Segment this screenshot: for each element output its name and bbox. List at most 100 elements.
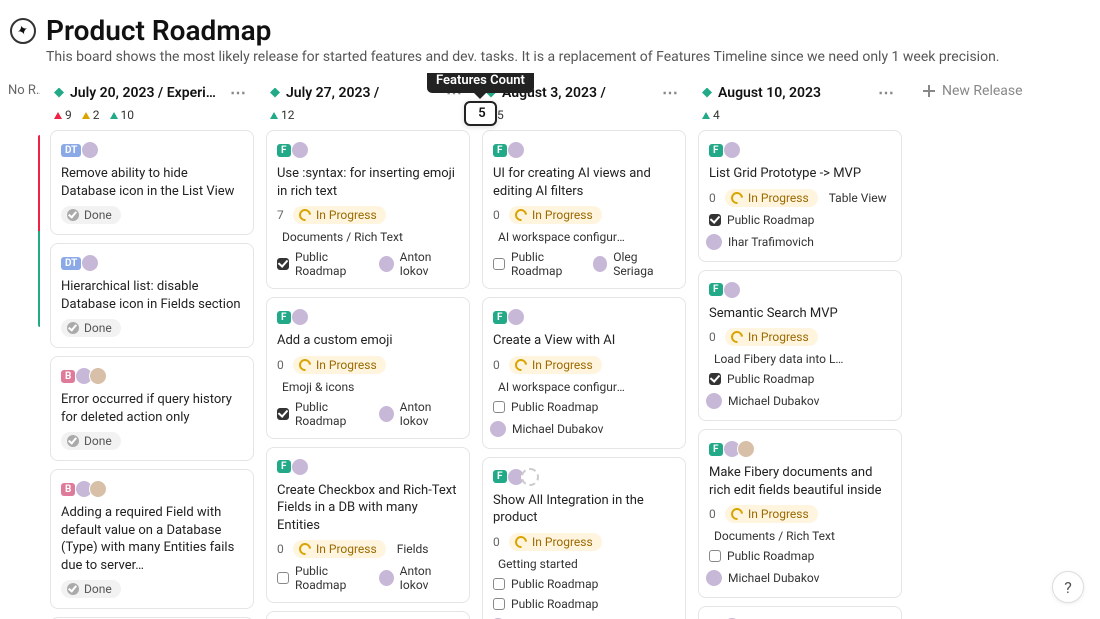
column-menu-button[interactable]: ⋯: [658, 83, 682, 102]
triangle-icon: [270, 112, 278, 119]
vote-count: 0: [709, 191, 719, 205]
vote-count: 0: [493, 358, 503, 372]
type-badge: F: [493, 311, 507, 324]
card[interactable]: F Columns actions 3 Implemented Table Vi…: [266, 611, 470, 619]
card[interactable]: B Adding a required Field with default v…: [50, 469, 254, 609]
release-icon: [702, 88, 712, 98]
card[interactable]: F Semantic Search MVP 0 In Progress Load…: [698, 270, 902, 422]
page-subtitle: This board shows the most likely release…: [46, 49, 1078, 65]
card-title: List Grid Prototype -> MVP: [709, 165, 891, 183]
public-roadmap-label: Public Roadmap: [295, 400, 376, 428]
card[interactable]: DT Remove ability to hide Database icon …: [50, 130, 254, 235]
progress-icon: [729, 329, 746, 346]
public-roadmap-label: Public Roadmap: [511, 597, 598, 611]
card[interactable]: F Create a View with AI 0 In Progress AI…: [482, 297, 686, 449]
progress-icon: [513, 533, 530, 550]
type-badge: DT: [61, 257, 81, 270]
triangle-icon: [54, 112, 62, 119]
checkbox-icon[interactable]: [709, 550, 721, 562]
tag: Fields: [392, 542, 429, 556]
type-badge: F: [493, 144, 507, 157]
column-header[interactable]: August 10, 2023 ⋯: [696, 79, 904, 106]
progress-icon: [513, 207, 530, 224]
card[interactable]: F Make Fibery documents and rich edit fi…: [698, 429, 902, 598]
page-title: Product Roadmap: [46, 14, 1078, 47]
release-icon: [54, 88, 64, 98]
avatar: [291, 141, 309, 159]
column-menu-button[interactable]: ⋯: [226, 83, 250, 102]
progress-icon: [729, 506, 746, 523]
type-badge: DT: [61, 144, 81, 157]
avatar: [737, 440, 755, 458]
type-badge: B: [61, 483, 75, 496]
type-badge: F: [277, 311, 291, 324]
triangle-icon: [82, 112, 90, 119]
card[interactable]: F Create Checkbox and Rich-Text Fields i…: [266, 447, 470, 604]
avatar: [89, 480, 107, 498]
card[interactable]: F List Grid Prototype -> MVP 0 In Progre…: [698, 130, 902, 262]
public-roadmap-label: Public Roadmap: [727, 549, 814, 563]
column-menu-button[interactable]: ⋯: [874, 83, 898, 102]
avatar: [81, 141, 99, 159]
new-release-button[interactable]: New Release: [912, 79, 1033, 103]
card-title: Adding a required Field with default val…: [61, 504, 243, 574]
avatar: [592, 255, 609, 273]
avatar: [291, 458, 309, 476]
vote-count: 0: [493, 535, 503, 549]
checkbox-icon[interactable]: [277, 408, 289, 420]
features-count-tooltip: Features Count 5: [427, 73, 534, 126]
avatar: [507, 308, 525, 326]
type-badge: F: [709, 443, 723, 456]
column-header[interactable]: July 20, 2023 / Experimental… ⋯: [48, 79, 256, 106]
owner: Oleg Seriaga: [596, 250, 675, 278]
status-pill: In Progress: [725, 328, 818, 346]
status-done: Done: [61, 206, 121, 224]
column-title: August 10, 2023: [718, 85, 874, 101]
type-badge: F: [277, 144, 291, 157]
card[interactable]: F Use :syntax: for inserting emoji in ri…: [266, 130, 470, 289]
card-title: Remove ability to hide Database icon in …: [61, 165, 243, 200]
status-done: Done: [61, 319, 121, 337]
card-title: Use :syntax: for inserting emoji in rich…: [277, 165, 459, 200]
card[interactable]: F UI for creating AI views and editing A…: [482, 130, 686, 289]
checkbox-icon[interactable]: [277, 258, 289, 270]
owner: Michael Dubakov: [709, 569, 891, 587]
card[interactable]: F Add a custom emoji 0 In Progress Emoji…: [266, 297, 470, 439]
vote-count: 0: [709, 507, 719, 521]
card-title: Semantic Search MVP: [709, 305, 891, 323]
checkbox-icon[interactable]: [493, 258, 505, 270]
tag: AI workspace configuration: [493, 380, 628, 394]
column-title: July 20, 2023 / Experimental…: [70, 85, 226, 101]
vote-count: 7: [277, 208, 287, 222]
tag: Getting started: [493, 557, 578, 571]
release-icon: [270, 88, 280, 98]
check-icon: [67, 322, 79, 334]
vote-count: 0: [493, 208, 503, 222]
card-title: Show All Integration in the product: [493, 492, 675, 527]
stat-count: 12: [270, 108, 295, 122]
card-title: Create a View with AI: [493, 332, 675, 350]
avatar: [89, 367, 107, 385]
status-pill: In Progress: [509, 356, 602, 374]
type-badge: F: [709, 283, 723, 296]
card[interactable]: F Find Similar Entities: [698, 606, 902, 619]
card[interactable]: B Error occurred if query history for de…: [50, 356, 254, 461]
avatar: [705, 233, 723, 251]
tooltip-label: Features Count: [427, 73, 534, 93]
card[interactable]: DT Hierarchical list: disable Database i…: [50, 243, 254, 348]
checkbox-icon[interactable]: [709, 214, 721, 226]
no-release-column[interactable]: No R…: [4, 79, 40, 619]
status-pill: In Progress: [725, 505, 818, 523]
triangle-icon: [702, 112, 710, 119]
checkbox-icon[interactable]: [493, 401, 505, 413]
stat-count: 9: [54, 108, 72, 122]
card[interactable]: F Show All Integration in the product 0 …: [482, 457, 686, 619]
checkbox-icon[interactable]: [277, 572, 289, 584]
help-button[interactable]: ?: [1052, 571, 1084, 603]
card-title: UI for creating AI views and editing AI …: [493, 165, 675, 200]
checkbox-icon[interactable]: [709, 373, 721, 385]
checkbox-icon[interactable]: [493, 578, 505, 590]
type-badge: F: [277, 460, 291, 473]
public-roadmap-label: Public Roadmap: [511, 577, 598, 591]
checkbox-icon[interactable]: [493, 598, 505, 610]
